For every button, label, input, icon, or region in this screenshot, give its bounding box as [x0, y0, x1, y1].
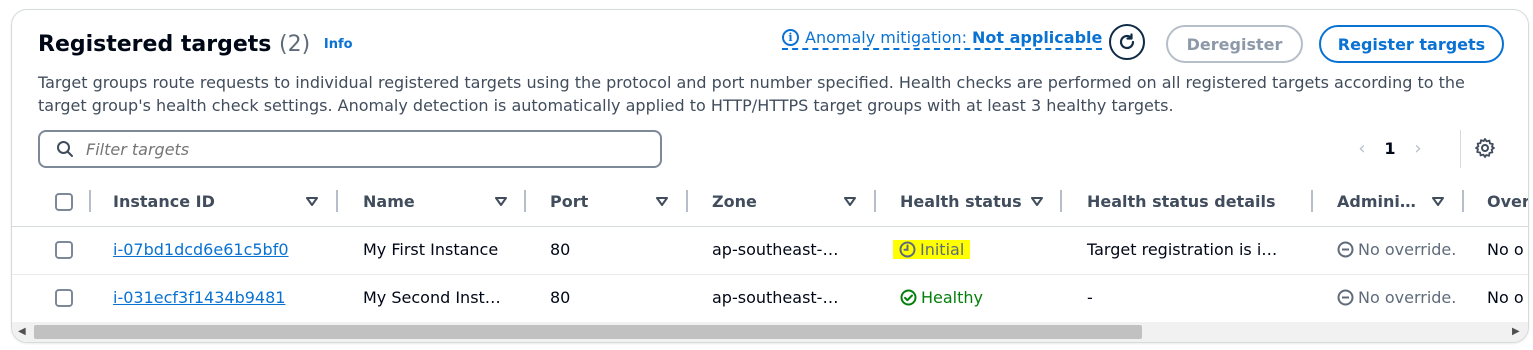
scroll-left-icon[interactable]: ◀: [18, 326, 26, 337]
instance-port: 80: [550, 288, 571, 307]
register-targets-button[interactable]: Register targets: [1319, 25, 1504, 63]
next-page-icon[interactable]: ›: [1408, 138, 1428, 159]
column-separator[interactable]: [1462, 190, 1464, 212]
instance-zone: ap-southeast-…: [712, 240, 839, 259]
anomaly-mitigation-link[interactable]: i Anomaly mitigation: Not applicable: [782, 28, 1103, 50]
instance-zone: ap-southeast-…: [712, 288, 839, 307]
admin-override-text: No override.: [1358, 240, 1457, 259]
pagination-divider: [1460, 130, 1461, 168]
instance-id-link[interactable]: i-07bd1dcd6e61c5bf0: [113, 240, 289, 259]
admin-override: No override.: [1337, 288, 1456, 307]
gear-icon: [1475, 138, 1495, 158]
sort-caret-icon[interactable]: [495, 197, 507, 207]
instance-name: My Second Inst…: [363, 288, 501, 307]
refresh-button[interactable]: [1109, 24, 1145, 60]
panel-title-text: Registered targets: [38, 32, 272, 57]
info-circle-icon: i: [782, 29, 799, 46]
scrollbar-thumb[interactable]: [34, 325, 1142, 339]
target-count: (2): [279, 32, 311, 57]
column-separator[interactable]: [874, 190, 876, 212]
filter-input[interactable]: [84, 138, 628, 160]
select-all-checkbox[interactable]: [55, 193, 73, 211]
column-header-instance-id[interactable]: Instance ID: [113, 192, 215, 211]
sort-caret-icon[interactable]: [844, 197, 856, 207]
minus-circle-icon: [1337, 289, 1354, 306]
anomaly-value: Not applicable: [972, 28, 1103, 47]
sort-caret-icon[interactable]: [656, 197, 668, 207]
table-header: Instance ID Name Port Zone Health status…: [12, 180, 1528, 227]
column-header-zone[interactable]: Zone: [712, 192, 757, 211]
column-separator[interactable]: [1311, 190, 1313, 212]
column-separator[interactable]: [336, 190, 338, 212]
deregister-button[interactable]: Deregister: [1166, 25, 1303, 63]
minus-circle-icon: [1337, 241, 1354, 258]
column-separator: [89, 190, 91, 212]
health-status-text: Initial: [920, 240, 965, 259]
panel-description: Target groups route requests to individu…: [38, 73, 1465, 115]
current-page-number[interactable]: 1: [1372, 139, 1408, 158]
health-status-initial: Initial: [893, 240, 971, 259]
scroll-right-icon[interactable]: ▶: [1512, 326, 1520, 337]
health-status-text: Healthy: [921, 288, 984, 307]
sort-caret-icon[interactable]: [1432, 197, 1444, 207]
anomaly-label: Anomaly mitigation:: [805, 28, 968, 47]
column-separator[interactable]: [1060, 190, 1062, 212]
info-link[interactable]: Info: [324, 37, 353, 52]
search-icon: [57, 141, 73, 157]
panel-title: Registered targets (2) Info: [38, 32, 353, 57]
health-status-details: Target registration is i…: [1087, 240, 1278, 259]
sort-caret-icon[interactable]: [1031, 197, 1043, 207]
instance-port: 80: [550, 240, 571, 259]
health-status-healthy: Healthy: [900, 288, 983, 307]
override-cell: No o: [1487, 288, 1524, 307]
column-header-health-status-details[interactable]: Health status details: [1087, 192, 1275, 211]
instance-name: My First Instance: [363, 240, 499, 259]
registered-targets-panel: Registered targets (2) Info i Anomaly mi…: [11, 9, 1529, 343]
table-row: i-031ecf3f1434b9481 My Second Inst… 80 a…: [12, 274, 1528, 323]
column-separator[interactable]: [524, 190, 526, 212]
previous-page-icon[interactable]: ‹: [1352, 138, 1372, 159]
admin-override-text: No override.: [1358, 288, 1457, 307]
instance-id-link[interactable]: i-031ecf3f1434b9481: [113, 288, 285, 307]
pagination: ‹ 1 ›: [1352, 138, 1428, 159]
highlight-marker: Initial: [893, 240, 971, 259]
admin-override: No override.: [1337, 240, 1456, 259]
clock-icon: [899, 241, 916, 258]
override-cell: No o: [1487, 240, 1524, 259]
settings-button[interactable]: [1474, 137, 1496, 163]
check-circle-icon: [900, 289, 917, 306]
column-header-administrative-override[interactable]: Admini…: [1337, 192, 1416, 211]
column-separator[interactable]: [686, 190, 688, 212]
column-header-override[interactable]: Over: [1487, 192, 1528, 211]
refresh-icon: [1119, 33, 1135, 50]
column-header-port[interactable]: Port: [550, 192, 588, 211]
sort-caret-icon[interactable]: [306, 197, 318, 207]
horizontal-scrollbar[interactable]: ◀ ▶: [12, 322, 1528, 342]
column-header-name[interactable]: Name: [363, 192, 415, 211]
row-checkbox[interactable]: [55, 289, 73, 307]
filter-targets-field[interactable]: [38, 130, 662, 168]
health-status-details: -: [1087, 288, 1093, 307]
row-checkbox[interactable]: [55, 241, 73, 259]
table-row: i-07bd1dcd6e61c5bf0 My First Instance 80…: [12, 226, 1528, 275]
column-header-health-status[interactable]: Health status: [900, 192, 1022, 211]
